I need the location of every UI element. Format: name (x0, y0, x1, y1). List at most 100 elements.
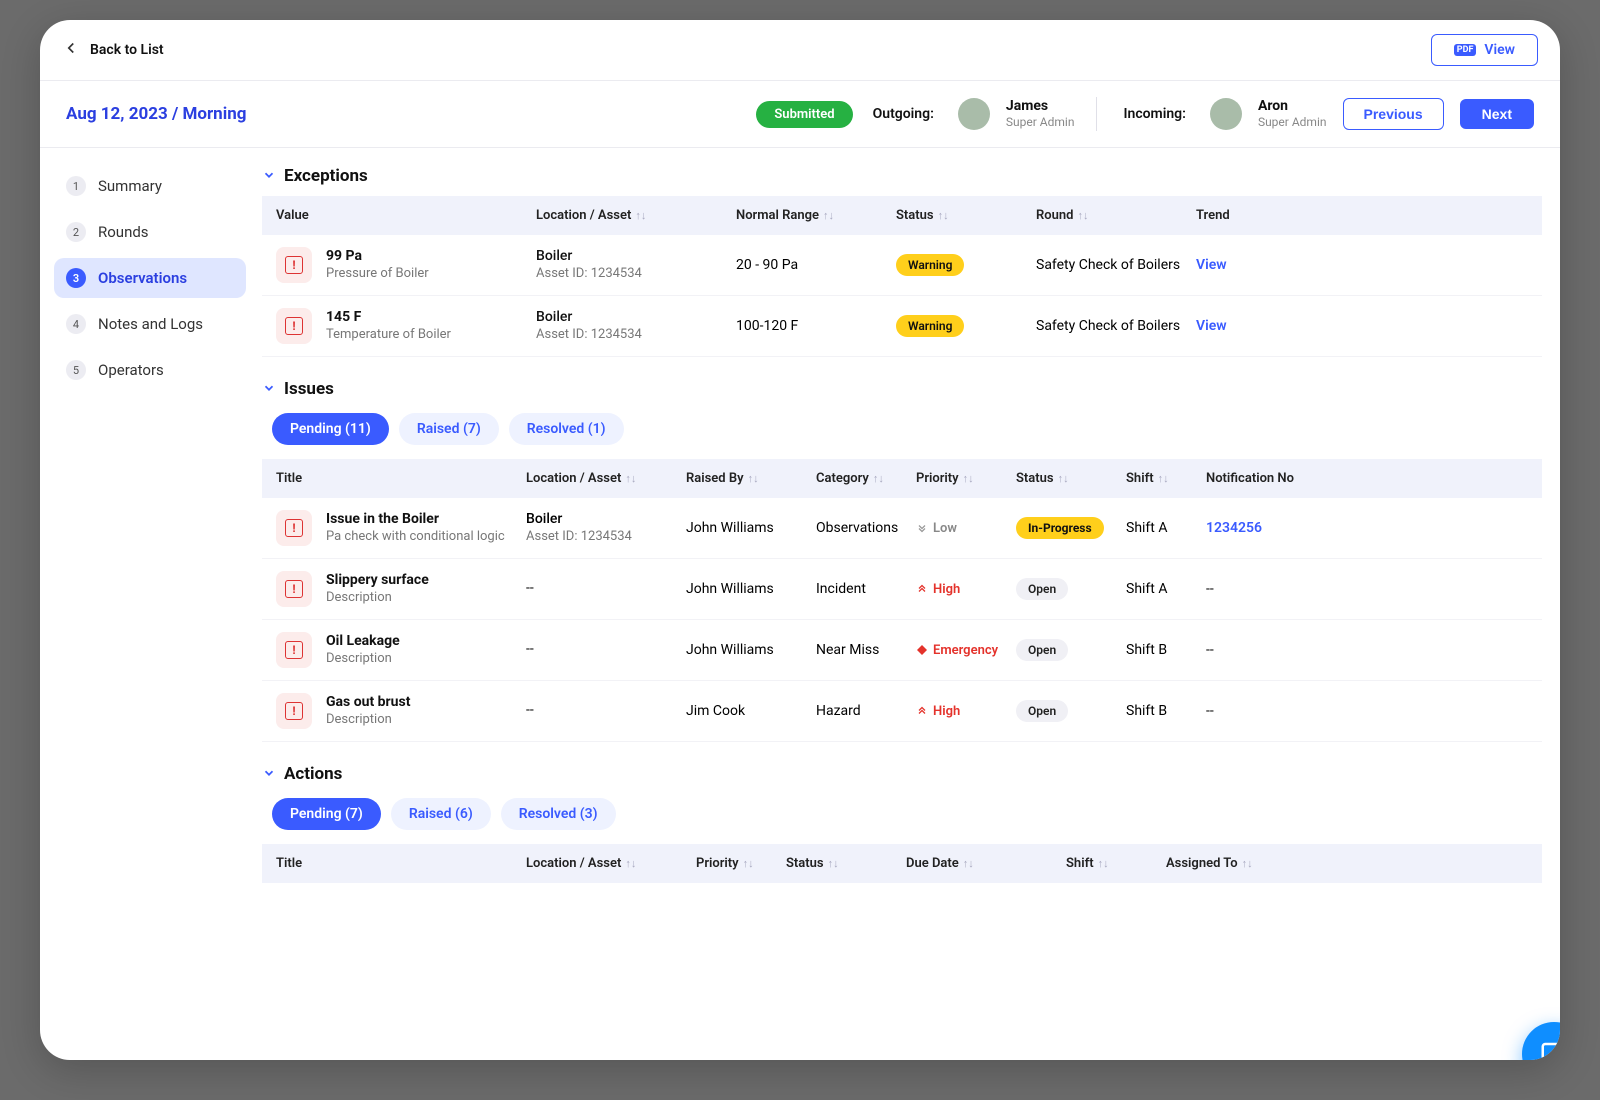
chevron-down-icon (262, 167, 276, 186)
col-location[interactable]: Location / Asset↑↓ (536, 208, 736, 223)
priority-indicator: Low (916, 521, 1016, 536)
col-shift[interactable]: Shift↑↓ (1066, 856, 1166, 871)
priority-indicator: High (916, 704, 1016, 719)
table-row: !Gas out brustDescription -- Jim Cook Ha… (262, 681, 1542, 742)
sort-icon: ↑↓ (1242, 857, 1253, 870)
table-row: !Issue in the BoilerPa check with condit… (262, 498, 1542, 559)
sort-icon: ↑↓ (823, 209, 834, 222)
back-label: Back to List (90, 42, 164, 58)
sidebar-item-notes[interactable]: 4Notes and Logs (54, 304, 246, 344)
sidebar-item-operators[interactable]: 5Operators (54, 350, 246, 390)
alert-icon: ! (276, 247, 312, 283)
sort-icon: ↑↓ (1158, 472, 1169, 485)
back-button[interactable]: Back to List (62, 39, 164, 61)
col-assigned[interactable]: Assigned To↑↓ (1166, 856, 1266, 871)
actions-section: Actions Pending (7) Raised (6) Resolved … (262, 764, 1542, 883)
status-badge: Open (1016, 639, 1068, 661)
sidebar-nav: 1Summary 2Rounds 3Observations 4Notes an… (40, 148, 252, 1048)
sidebar-item-observations[interactable]: 3Observations (54, 258, 246, 298)
tab-actions-pending[interactable]: Pending (7) (272, 798, 381, 830)
priority-indicator: High (916, 582, 1016, 597)
tab-issues-resolved[interactable]: Resolved (1) (509, 413, 624, 445)
pdf-icon: PDF (1454, 44, 1477, 56)
col-category[interactable]: Category↑↓ (816, 471, 916, 486)
sort-icon: ↑↓ (1058, 472, 1069, 485)
col-priority[interactable]: Priority↑↓ (696, 856, 786, 871)
sort-icon: ↑↓ (963, 857, 974, 870)
status-badge: Warning (896, 315, 964, 337)
table-row: !Oil LeakageDescription -- John Williams… (262, 620, 1542, 681)
col-shift[interactable]: Shift↑↓ (1126, 471, 1206, 486)
exceptions-section: Exceptions Value Location / Asset↑↓ Norm… (262, 166, 1542, 357)
next-button[interactable]: Next (1460, 99, 1534, 129)
tab-actions-raised[interactable]: Raised (6) (391, 798, 491, 830)
col-status[interactable]: Status↑↓ (1016, 471, 1126, 486)
chevron-down-icon (262, 380, 276, 399)
notification-link[interactable]: 1234256 (1206, 520, 1262, 536)
sort-icon: ↑↓ (743, 857, 754, 870)
issues-header-row: Title Location / Asset↑↓ Raised By↑↓ Cat… (262, 459, 1542, 498)
sort-icon: ↑↓ (873, 472, 884, 485)
submitted-badge: Submitted (756, 101, 852, 128)
col-trend[interactable]: Trend (1196, 208, 1276, 223)
col-priority[interactable]: Priority↑↓ (916, 471, 1016, 486)
table-row: !145 FTemperature of Boiler BoilerAsset … (262, 296, 1542, 357)
sort-icon: ↑↓ (1098, 857, 1109, 870)
date-heading: Aug 12, 2023 / Morning (66, 104, 246, 124)
alert-icon: ! (276, 571, 312, 607)
col-value[interactable]: Value (276, 208, 536, 223)
section-header[interactable]: Exceptions (262, 166, 1542, 186)
sort-icon: ↑↓ (938, 209, 949, 222)
sidebar-item-summary[interactable]: 1Summary (54, 166, 246, 206)
status-badge: In-Progress (1016, 517, 1104, 539)
sort-icon: ↑↓ (635, 209, 646, 222)
status-badge: Open (1016, 578, 1068, 600)
tab-actions-resolved[interactable]: Resolved (3) (501, 798, 616, 830)
incoming-user: Aron Super Admin (1258, 98, 1327, 129)
sort-icon: ↑↓ (963, 472, 974, 485)
incoming-label: Incoming: (1123, 106, 1185, 122)
context-bar: Aug 12, 2023 / Morning Submitted Outgoin… (40, 81, 1560, 148)
monitor-icon (1539, 1039, 1560, 1060)
view-trend-link[interactable]: View (1196, 257, 1227, 273)
arrow-left-icon (62, 39, 80, 61)
sort-icon: ↑↓ (625, 472, 636, 485)
alert-icon: ! (276, 510, 312, 546)
status-badge: Warning (896, 254, 964, 276)
col-status[interactable]: Status↑↓ (786, 856, 906, 871)
alert-icon: ! (276, 693, 312, 729)
outgoing-label: Outgoing: (873, 106, 934, 122)
col-title[interactable]: Title (276, 471, 526, 486)
col-title[interactable]: Title (276, 856, 526, 871)
sort-icon: ↑↓ (625, 857, 636, 870)
tab-issues-raised[interactable]: Raised (7) (399, 413, 499, 445)
sidebar-item-rounds[interactable]: 2Rounds (54, 212, 246, 252)
previous-button[interactable]: Previous (1343, 98, 1444, 130)
col-status[interactable]: Status↑↓ (896, 208, 1036, 223)
col-due[interactable]: Due Date↑↓ (906, 856, 1066, 871)
col-location[interactable]: Location / Asset↑↓ (526, 856, 696, 871)
section-header[interactable]: Issues (262, 379, 1542, 399)
avatar (1210, 98, 1242, 130)
chevron-down-icon (262, 765, 276, 784)
col-raisedby[interactable]: Raised By↑↓ (686, 471, 816, 486)
exceptions-header-row: Value Location / Asset↑↓ Normal Range↑↓ … (262, 196, 1542, 235)
tab-issues-pending[interactable]: Pending (11) (272, 413, 389, 445)
section-header[interactable]: Actions (262, 764, 1542, 784)
col-location[interactable]: Location / Asset↑↓ (526, 471, 686, 486)
table-row: !99 PaPressure of Boiler BoilerAsset ID:… (262, 235, 1542, 296)
alert-icon: ! (276, 308, 312, 344)
actions-header-row: Title Location / Asset↑↓ Priority↑↓ Stat… (262, 844, 1542, 883)
sort-icon: ↑↓ (1077, 209, 1088, 222)
col-round[interactable]: Round↑↓ (1036, 208, 1196, 223)
priority-indicator: Emergency (916, 643, 1016, 658)
view-pdf-button[interactable]: PDF View (1431, 34, 1538, 66)
view-trend-link[interactable]: View (1196, 318, 1227, 334)
col-notif[interactable]: Notification No (1206, 471, 1306, 486)
table-row: !Slippery surfaceDescription -- John Wil… (262, 559, 1542, 620)
status-badge: Open (1016, 700, 1068, 722)
col-range[interactable]: Normal Range↑↓ (736, 208, 896, 223)
issues-section: Issues Pending (11) Raised (7) Resolved … (262, 379, 1542, 742)
topbar: Back to List PDF View (40, 20, 1560, 81)
outgoing-user: James Super Admin (1006, 98, 1075, 129)
